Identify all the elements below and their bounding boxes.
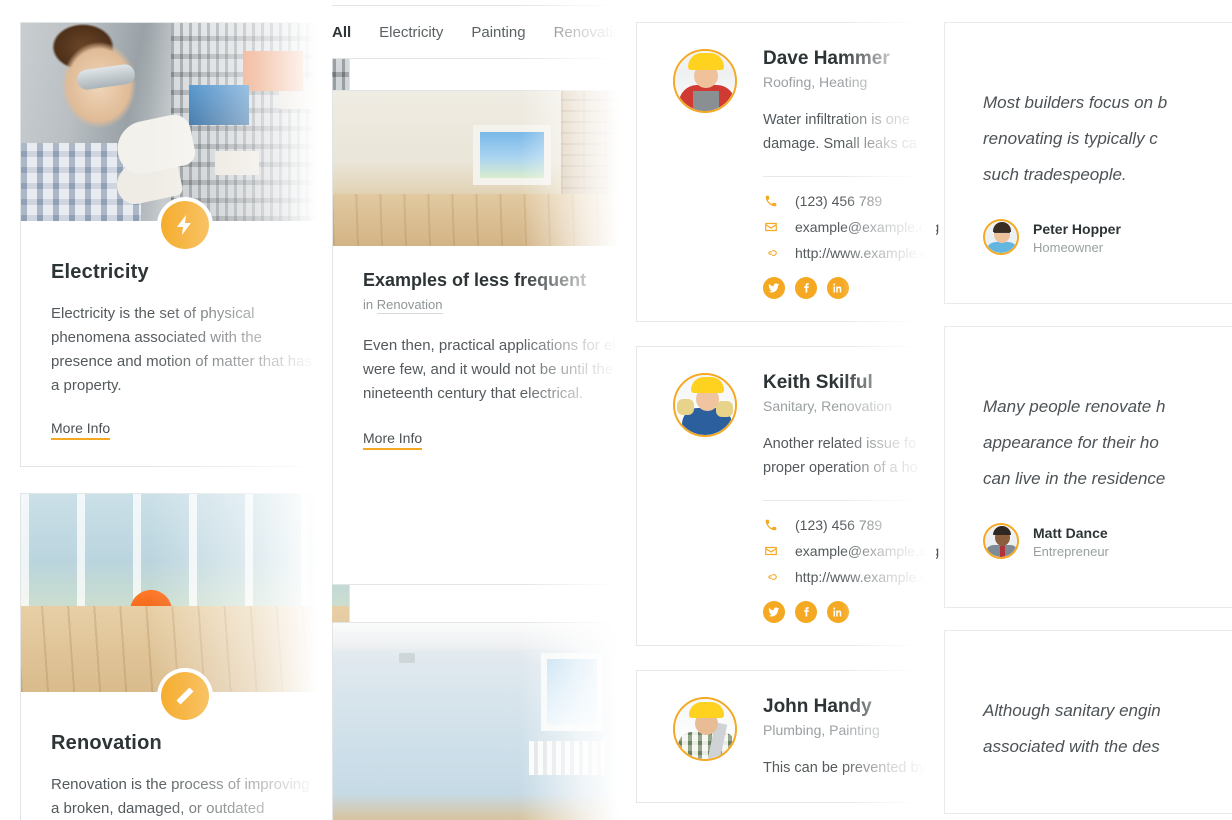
blog-post-meta: in Renovation — [363, 297, 601, 314]
avatar — [673, 373, 737, 437]
contact-name: Dave Hammer — [763, 48, 890, 69]
service-photo-renovation — [21, 494, 349, 692]
contact-description-line-2: damage. Small leaks ca — [763, 136, 917, 152]
contact-phone: (123) 456 789 — [795, 517, 883, 533]
envelope-icon — [763, 544, 779, 558]
service-card-electricity[interactable]: Electricity Electricity is the set of ph… — [20, 22, 350, 467]
contact-description-line-1: This can be prevented by — [763, 760, 926, 776]
contact-description-line-1: Another related issue fo — [763, 436, 917, 452]
social-links — [763, 277, 921, 299]
divider — [763, 500, 921, 501]
blog-column: All Electricity Painting Renovation Exam… — [330, 0, 632, 820]
blog-post-title: Examples of less frequent — [363, 270, 587, 290]
contact-role: Plumbing, Painting — [763, 722, 880, 738]
phone-icon — [763, 194, 779, 208]
testimonial-card: Although sanitary engin associated with … — [944, 630, 1232, 814]
divider — [763, 176, 921, 177]
testimonials-column: Most builders focus on b renovating is t… — [944, 22, 1232, 820]
tab-painting[interactable]: Painting — [471, 24, 525, 41]
blog-excerpt-line-1: Even then, practical applications for el — [363, 337, 616, 354]
contact-description-line-1: Water infiltration is one — [763, 112, 910, 128]
blog-category-link[interactable]: Renovation — [376, 297, 443, 314]
blog-excerpt-line-2: were few, and it would not be until the — [363, 361, 614, 378]
service-photo-electricity — [21, 23, 349, 221]
linkedin-icon[interactable] — [827, 601, 849, 623]
testimonial-card: Most builders focus on b renovating is t… — [944, 22, 1232, 304]
service-description: Electricity is the set of physical pheno… — [51, 305, 312, 394]
link-icon — [763, 246, 779, 260]
testimonial-quote-line-1: Many people renovate h — [983, 397, 1166, 416]
blog-post-photo — [333, 623, 631, 820]
blog-post-card[interactable] — [332, 622, 632, 820]
contact-website: http://www.example.or — [795, 569, 933, 585]
contact-website-row[interactable]: http://www.example.or — [763, 245, 933, 261]
contact-name: John Handy — [763, 696, 872, 717]
blog-excerpt-line-3: nineteenth century that electrical. — [363, 385, 584, 402]
service-title: Renovation — [51, 732, 162, 754]
service-card-renovation[interactable]: Renovation Renovation is the process of … — [20, 493, 350, 820]
avatar — [673, 49, 737, 113]
blog-post-body: Examples of less frequent in Renovation … — [333, 246, 631, 476]
contact-email-row[interactable]: example@example.org — [763, 219, 939, 235]
contact-phone: (123) 456 789 — [795, 193, 883, 209]
testimonial-author: Matt Dance Entrepreneur — [983, 523, 1205, 559]
contact-description-line-2: proper operation of a ho — [763, 460, 918, 476]
contact-email: example@example.org — [795, 543, 940, 559]
testimonial-quote-line-2: appearance for their ho — [983, 433, 1159, 452]
avatar — [983, 523, 1019, 559]
category-tabbar: All Electricity Painting Renovation — [330, 5, 630, 59]
more-info-link[interactable]: More Info — [363, 430, 423, 450]
twitter-icon[interactable] — [763, 601, 785, 623]
social-links — [763, 601, 921, 623]
service-description: Renovation is the process of improving a… — [51, 776, 310, 817]
contact-phone-row[interactable]: (123) 456 789 — [763, 517, 921, 533]
phone-icon — [763, 518, 779, 532]
testimonial-card: Many people renovate h appearance for th… — [944, 326, 1232, 608]
twitter-icon[interactable] — [763, 277, 785, 299]
contact-email-row[interactable]: example@example.org — [763, 543, 939, 559]
more-info-link[interactable]: More Info — [51, 420, 111, 440]
testimonial-quote-line-3: can live in the residence — [983, 469, 1166, 488]
contact-email: example@example.org — [795, 219, 940, 235]
contact-role: Roofing, Heating — [763, 74, 868, 90]
testimonial-author-role: Entrepreneur — [1033, 543, 1109, 559]
contact-website-row[interactable]: http://www.example.or — [763, 569, 933, 585]
contact-phone-row[interactable]: (123) 456 789 — [763, 193, 921, 209]
contact-website: http://www.example.or — [795, 245, 933, 261]
envelope-icon — [763, 220, 779, 234]
facebook-icon[interactable] — [795, 277, 817, 299]
avatar — [983, 219, 1019, 255]
tab-all[interactable]: All — [332, 24, 351, 41]
testimonial-quote-line-2: renovating is typically c — [983, 129, 1158, 148]
ruler-icon — [161, 672, 209, 720]
testimonial-author: Peter Hopper Homeowner — [983, 219, 1205, 255]
contact-card[interactable]: Dave Hammer Roofing, Heating Water infil… — [636, 22, 939, 322]
testimonial-quote-line-2: associated with the des — [983, 737, 1160, 756]
contact-card[interactable]: Keith Skilful Sanitary, Renovation Anoth… — [636, 346, 939, 646]
blog-meta-prefix: in — [363, 297, 374, 312]
testimonial-author-name: Matt Dance — [1033, 524, 1108, 541]
services-column: Electricity Electricity is the set of ph… — [20, 22, 350, 820]
facebook-icon[interactable] — [795, 601, 817, 623]
testimonial-quote-line-1: Although sanitary engin — [983, 701, 1161, 720]
lightning-bolt-icon — [161, 201, 209, 249]
blog-post-photo — [333, 91, 631, 246]
contact-name: Keith Skilful — [763, 372, 873, 393]
tab-electricity[interactable]: Electricity — [379, 24, 443, 41]
linkedin-icon[interactable] — [827, 277, 849, 299]
service-body-electricity: Electricity Electricity is the set of ph… — [21, 221, 349, 466]
testimonial-author-name: Peter Hopper — [1033, 220, 1121, 237]
page-root: Electricity Electricity is the set of ph… — [0, 0, 1232, 820]
avatar — [673, 697, 737, 761]
blog-post-card[interactable]: Examples of less frequent in Renovation … — [332, 90, 632, 585]
contact-role: Sanitary, Renovation — [763, 398, 892, 414]
testimonial-quote-line-3: such tradespeople. — [983, 165, 1127, 184]
service-title: Electricity — [51, 261, 149, 283]
contacts-column: Dave Hammer Roofing, Heating Water infil… — [636, 22, 939, 820]
link-icon — [763, 570, 779, 584]
tab-renovation[interactable]: Renovation — [554, 24, 630, 41]
testimonial-quote-line-1: Most builders focus on b — [983, 93, 1168, 112]
testimonial-author-role: Homeowner — [1033, 239, 1104, 255]
contact-card[interactable]: John Handy Plumbing, Painting This can b… — [636, 670, 936, 803]
